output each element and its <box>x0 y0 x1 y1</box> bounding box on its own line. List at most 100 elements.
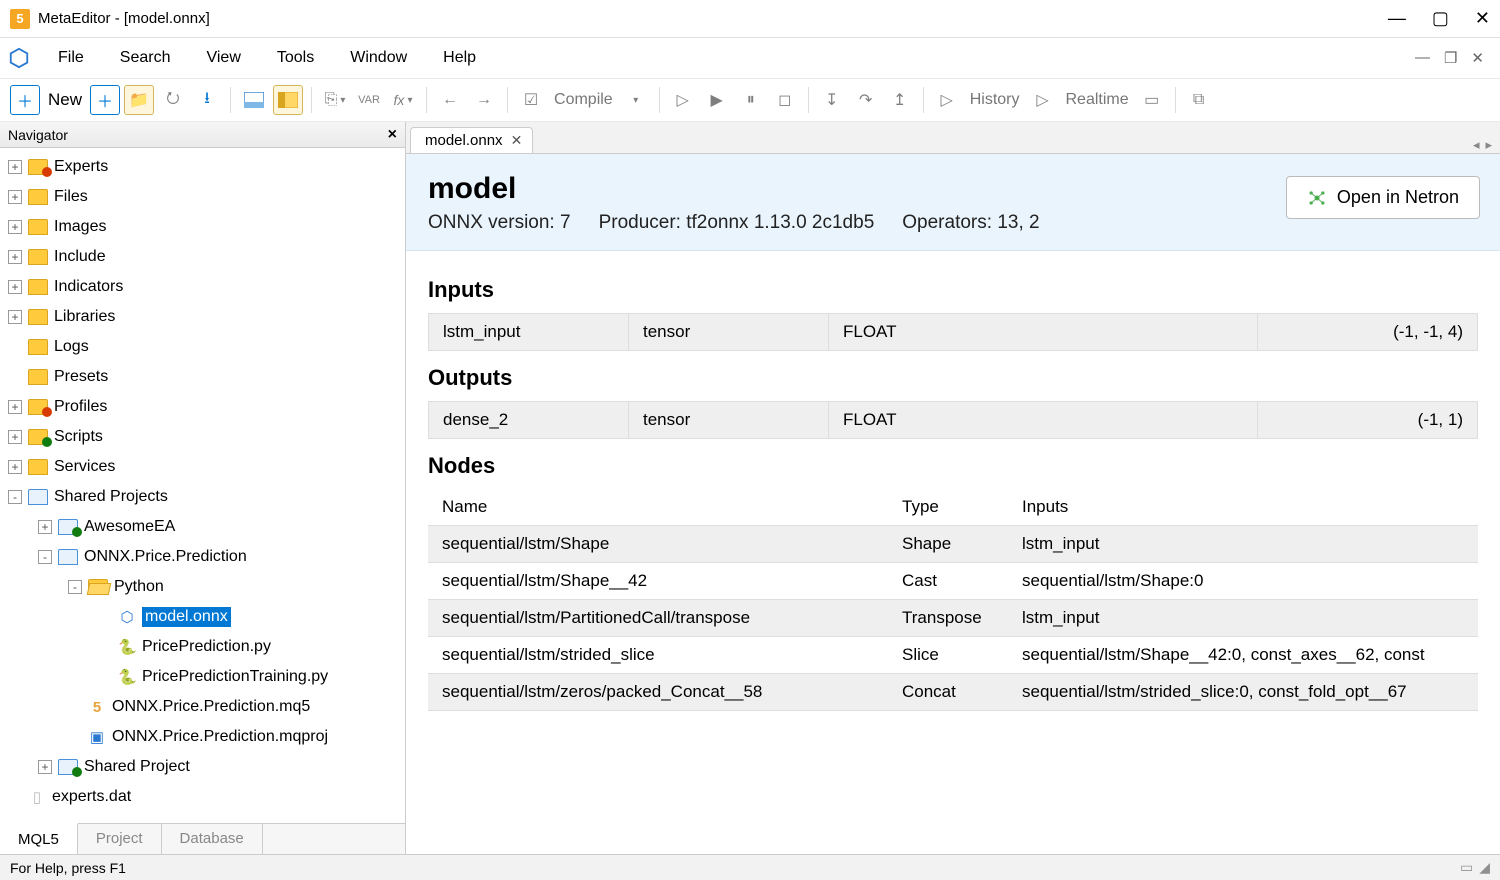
tab-close-icon[interactable]: ✕ <box>511 132 523 149</box>
app-icon: 5 <box>10 9 30 29</box>
copy-all-button[interactable]: ⧉ <box>1184 85 1214 115</box>
maximize-button[interactable]: ▢ <box>1432 8 1449 29</box>
document-body[interactable]: model ONNX version: 7 Producer: tf2onnx … <box>406 154 1500 854</box>
tree-item[interactable]: ⬡model.onnx <box>0 602 405 632</box>
realtime-label: Realtime <box>1059 91 1134 109</box>
producer: Producer: tf2onnx 1.13.0 2c1db5 <box>599 212 875 234</box>
tree-item[interactable]: +Scripts <box>0 422 405 452</box>
onnx-version: ONNX version: 7 <box>428 212 571 234</box>
nodes-header-name: Name <box>442 497 902 517</box>
tree-item[interactable]: +Experts <box>0 152 405 182</box>
titlebar: 5 MetaEditor - [model.onnx] — ▢ ✕ <box>0 0 1500 38</box>
navigator-header: Navigator × <box>0 122 405 148</box>
new-button[interactable]: ＋ <box>10 85 40 115</box>
navigator-panel: Navigator × +Experts+Files+Images+Includ… <box>0 122 406 854</box>
editor-area: model.onnx ✕ ◂ ▸ model ONNX version: 7 P… <box>406 122 1500 854</box>
status-icon-2: ◢ <box>1479 859 1490 876</box>
copy-button[interactable]: ⎘▾ <box>320 85 350 115</box>
tree-item[interactable]: 🐍PricePrediction.py <box>0 632 405 662</box>
tree-item[interactable]: ▯experts.dat <box>0 782 405 812</box>
save-all-button[interactable]: ⭳ <box>192 85 222 115</box>
nodes-header-row: Name Type Inputs <box>428 489 1478 526</box>
compile-dropdown[interactable]: ▾ <box>621 85 651 115</box>
table-row: lstm_inputtensorFLOAT(-1, -1, 4) <box>429 314 1478 351</box>
nodes-row: sequential/lstm/strided_sliceSlicesequen… <box>428 637 1478 674</box>
reload-button[interactable]: ⭮ <box>158 85 188 115</box>
step-out-button[interactable]: ↥ <box>885 85 915 115</box>
menu-file[interactable]: File <box>40 43 102 73</box>
tree-item[interactable]: +AwesomeEA <box>0 512 405 542</box>
nodes-row: sequential/lstm/Shape__42Castsequential/… <box>428 563 1478 600</box>
tree-item[interactable]: Presets <box>0 362 405 392</box>
menu-view[interactable]: View <box>188 43 258 73</box>
netron-icon <box>1307 188 1327 208</box>
close-button[interactable]: ✕ <box>1475 8 1490 29</box>
menu-tools[interactable]: Tools <box>259 43 332 73</box>
nodes-heading: Nodes <box>428 453 1478 479</box>
realtime-button[interactable]: ▷ <box>1027 85 1057 115</box>
tree-item[interactable]: ▣ONNX.Price.Prediction.mqproj <box>0 722 405 752</box>
inputs-table: lstm_inputtensorFLOAT(-1, -1, 4) <box>428 313 1478 351</box>
panel-toggle-button[interactable] <box>239 85 269 115</box>
menu-help[interactable]: Help <box>425 43 494 73</box>
tree-item[interactable]: +Profiles <box>0 392 405 422</box>
var-button[interactable]: VAR <box>354 85 384 115</box>
new-file-button[interactable]: ＋ <box>90 85 120 115</box>
statusbar: For Help, press F1 ▭ ◢ <box>0 854 1500 880</box>
open-button[interactable]: 📁 <box>124 85 154 115</box>
window-button[interactable]: ▭ <box>1137 85 1167 115</box>
document-tab-label: model.onnx <box>425 132 503 149</box>
open-in-netron-button[interactable]: Open in Netron <box>1286 176 1480 219</box>
tree-item[interactable]: +Libraries <box>0 302 405 332</box>
stop-button[interactable]: ◻ <box>770 85 800 115</box>
nav-tab-database[interactable]: Database <box>162 824 263 854</box>
tab-next-icon[interactable]: ▸ <box>1485 137 1492 153</box>
play-button[interactable]: ▶ <box>702 85 732 115</box>
tree-item[interactable]: Logs <box>0 332 405 362</box>
step-into-button[interactable]: ↧ <box>817 85 847 115</box>
navigator-tree[interactable]: +Experts+Files+Images+Include+Indicators… <box>0 148 405 823</box>
menu-window[interactable]: Window <box>332 43 425 73</box>
tree-item[interactable]: +Images <box>0 212 405 242</box>
tree-item[interactable]: +Files <box>0 182 405 212</box>
menubar: FileSearchViewToolsWindowHelp — ❐ ✕ <box>0 38 1500 78</box>
nav-toggle-button[interactable] <box>273 85 303 115</box>
compile-button[interactable]: ☑ <box>516 85 546 115</box>
forward-button[interactable]: → <box>469 85 499 115</box>
nav-tab-project[interactable]: Project <box>78 824 162 854</box>
minimize-button[interactable]: — <box>1388 8 1406 29</box>
step-over-button[interactable]: ↷ <box>851 85 881 115</box>
navigator-close-button[interactable]: × <box>388 126 397 144</box>
window-title: MetaEditor - [model.onnx] <box>38 10 1388 27</box>
pause-button[interactable]: ⏸ <box>736 85 766 115</box>
menu-search[interactable]: Search <box>102 43 189 73</box>
mdi-minimize-icon[interactable]: — <box>1411 49 1434 67</box>
tab-prev-icon[interactable]: ◂ <box>1473 137 1480 153</box>
nodes-header-inputs: Inputs <box>1022 497 1464 517</box>
run-button[interactable]: ▷ <box>668 85 698 115</box>
back-button[interactable]: ← <box>435 85 465 115</box>
model-hero: model ONNX version: 7 Producer: tf2onnx … <box>406 154 1500 251</box>
tree-item[interactable]: +Include <box>0 242 405 272</box>
history-label: History <box>964 91 1026 109</box>
mdi-close-icon[interactable]: ✕ <box>1467 49 1488 67</box>
document-tab[interactable]: model.onnx ✕ <box>410 127 533 153</box>
navigator-title: Navigator <box>8 127 68 143</box>
nav-tab-mql5[interactable]: MQL5 <box>0 823 78 854</box>
tree-item[interactable]: +Services <box>0 452 405 482</box>
nodes-row: sequential/lstm/ShapeShapelstm_input <box>428 526 1478 563</box>
tree-item[interactable]: -Shared Projects <box>0 482 405 512</box>
nodes-row: sequential/lstm/PartitionedCall/transpos… <box>428 600 1478 637</box>
tree-item[interactable]: -Python <box>0 572 405 602</box>
table-row: dense_2tensorFLOAT(-1, 1) <box>429 402 1478 439</box>
tree-item[interactable]: -ONNX.Price.Prediction <box>0 542 405 572</box>
tree-item[interactable]: +Shared Project <box>0 752 405 782</box>
tree-item[interactable]: +Indicators <box>0 272 405 302</box>
app-hex-icon <box>8 47 30 69</box>
mdi-restore-icon[interactable]: ❐ <box>1440 49 1461 67</box>
nodes-header-type: Type <box>902 497 1022 517</box>
history-button[interactable]: ▷ <box>932 85 962 115</box>
tree-item[interactable]: 5ONNX.Price.Prediction.mq5 <box>0 692 405 722</box>
fx-button[interactable]: fx▾ <box>388 85 418 115</box>
tree-item[interactable]: 🐍PricePredictionTraining.py <box>0 662 405 692</box>
